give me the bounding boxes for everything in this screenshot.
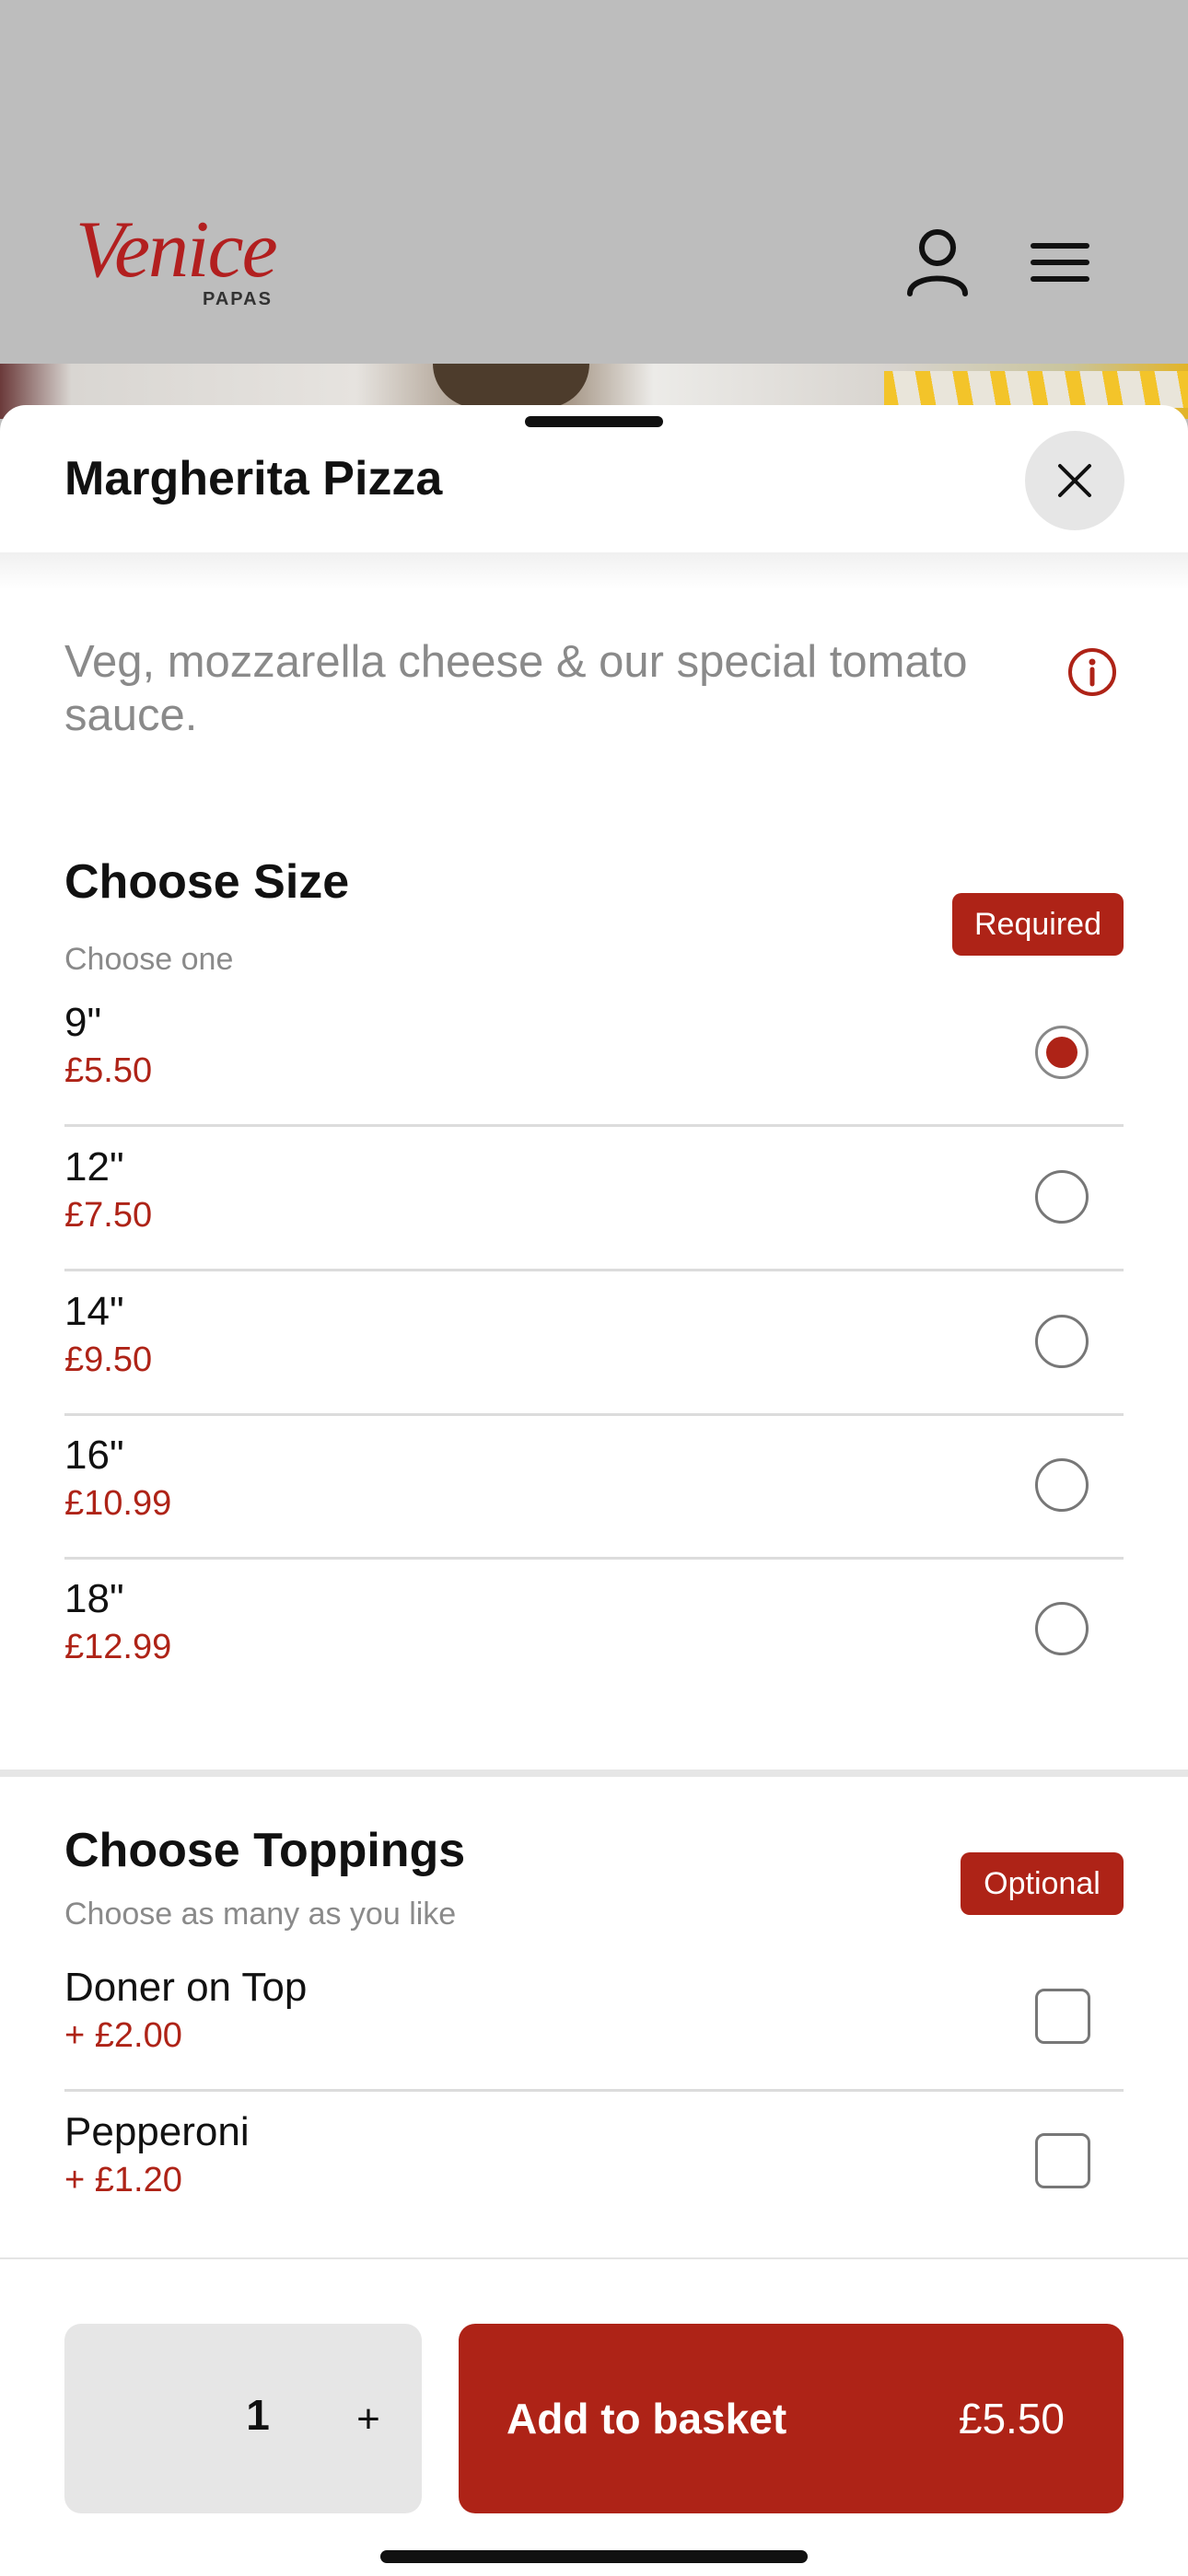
quantity-value: 1 (246, 2391, 270, 2439)
product-title: Margherita Pizza (64, 452, 443, 505)
product-sheet: Margherita Pizza Veg, mozzarella cheese … (0, 405, 1188, 2574)
quantity-stepper[interactable]: 1 + (64, 2324, 422, 2513)
venice-papas-logo[interactable]: Venice PAPAS (76, 204, 278, 315)
add-to-basket-label: Add to basket (507, 2395, 787, 2443)
increment-button[interactable]: + (333, 2385, 403, 2454)
topping-option-doner[interactable]: Doner on Top + £2.00 (64, 1948, 1124, 2092)
divider (64, 2089, 1124, 2092)
app-header: Venice PAPAS (0, 0, 1188, 364)
option-price: £7.50 (64, 1196, 153, 1235)
product-description: Veg, mozzarella cheese & our special tom… (64, 637, 968, 740)
logo-subtext: PAPAS (203, 289, 273, 309)
option-name: Pepperoni (64, 2109, 250, 2154)
option-price: £12.99 (64, 1628, 172, 1666)
required-badge: Required (952, 893, 1124, 956)
size-option-16[interactable]: 16" £10.99 (64, 1416, 1124, 1560)
radio-button[interactable] (1035, 1458, 1089, 1512)
add-to-basket-price: £5.50 (958, 2395, 1065, 2443)
size-option-12[interactable]: 12" £7.50 (64, 1128, 1124, 1271)
option-name: 16" (64, 1433, 124, 1478)
logo-script-text: Venice (76, 205, 278, 295)
optional-badge: Optional (961, 1852, 1124, 1915)
divider (64, 1124, 1124, 1127)
option-name: 12" (64, 1144, 124, 1189)
user-icon[interactable] (901, 226, 974, 299)
option-price: £5.50 (64, 1051, 153, 1090)
option-price: + £1.20 (64, 2161, 182, 2199)
close-icon (1058, 464, 1091, 497)
divider (64, 1269, 1124, 1271)
add-to-basket-button[interactable]: Add to basket £5.50 (459, 2324, 1124, 2513)
option-name: 18" (64, 1576, 124, 1621)
fries-image (884, 371, 1188, 408)
option-name: 9" (64, 1000, 102, 1045)
option-price: £10.99 (64, 1484, 172, 1523)
option-name: 14" (64, 1289, 124, 1334)
radio-button[interactable] (1035, 1170, 1089, 1224)
bottom-action-bar: 1 + Add to basket £5.50 (0, 2257, 1188, 2576)
toppings-section-title: Choose Toppings (64, 1824, 466, 1877)
hamburger-menu-icon[interactable] (1028, 226, 1101, 299)
radio-button[interactable] (1035, 1315, 1089, 1368)
size-option-18[interactable]: 18" £12.99 (64, 1560, 1124, 1703)
toppings-section-subtitle: Choose as many as you like (64, 1897, 457, 1932)
checkbox[interactable] (1035, 1989, 1090, 2044)
title-divider-shadow (0, 552, 1188, 589)
pepper-bowl-image (433, 364, 589, 408)
size-section-title: Choose Size (64, 855, 350, 909)
info-icon[interactable] (1066, 646, 1118, 698)
size-option-9[interactable]: 9" £5.50 (64, 983, 1124, 1127)
option-name: Doner on Top (64, 1965, 308, 2010)
option-price: £9.50 (64, 1340, 153, 1379)
topping-option-pepperoni[interactable]: Pepperoni + £1.20 (64, 2093, 1124, 2236)
size-option-14[interactable]: 14" £9.50 (64, 1272, 1124, 1416)
section-separator (0, 1770, 1188, 1777)
checkbox[interactable] (1035, 2133, 1090, 2188)
size-section-subtitle: Choose one (64, 942, 234, 977)
option-price: + £2.00 (64, 2016, 182, 2055)
home-indicator (380, 2550, 808, 2563)
sheet-grabber[interactable] (525, 416, 663, 427)
radio-button-selected[interactable] (1035, 1026, 1089, 1079)
close-button[interactable] (1025, 431, 1124, 530)
radio-button[interactable] (1035, 1602, 1089, 1655)
